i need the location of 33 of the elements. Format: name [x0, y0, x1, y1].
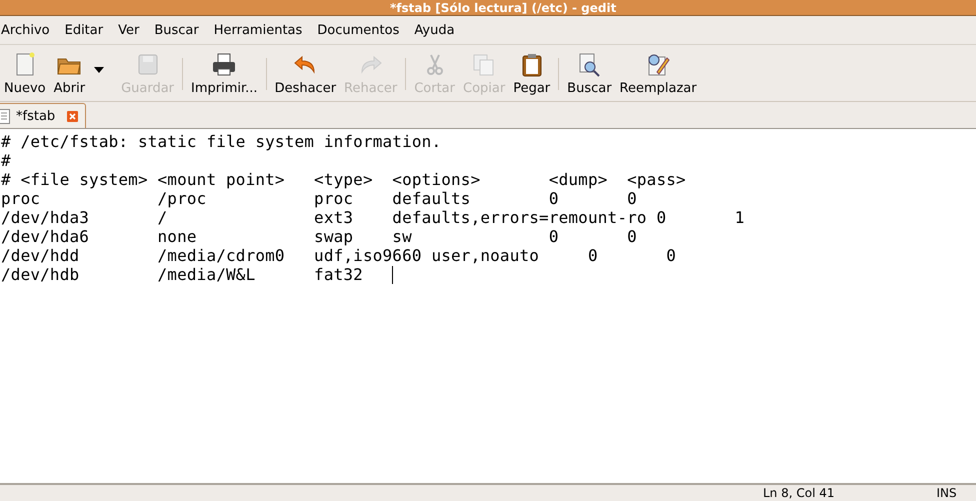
menu-item[interactable]: Herramientas	[214, 22, 302, 38]
document-tab[interactable]: *fstab	[0, 103, 86, 128]
document-icon	[0, 108, 10, 124]
toolbar-button[interactable]: Nuevo	[0, 52, 50, 96]
tab-label[interactable]: *fstab	[16, 108, 56, 124]
toolbar-button[interactable]: Pegar	[509, 52, 554, 96]
code-line: /dev/hdb /media/W&L fat32	[1, 265, 364, 284]
code-line: /dev/hda3 / ext3 defaults,errors=remount-ro 0 1	[1, 208, 744, 227]
code-line: proc /proc proc defaults 0 0	[1, 189, 637, 208]
toolbar-button[interactable]: Imprimir...	[187, 52, 262, 96]
toolbar-button[interactable]: Reemplazar	[616, 52, 701, 96]
code-line: #	[1, 151, 11, 170]
window-title: *fstab [Sólo lectura] (/etc) - gedit	[390, 0, 616, 14]
menu-item[interactable]: Editar	[64, 22, 104, 38]
insert-mode: INS	[936, 486, 957, 500]
toolbar-button[interactable]: Deshacer	[270, 52, 340, 96]
toolbar-button[interactable]: Abrir	[50, 52, 90, 96]
menu-item[interactable]: Buscar	[154, 22, 199, 38]
code-line: # <file system> <mount point> <type> <options> <dump> <pass>	[1, 170, 686, 189]
close-icon[interactable]	[67, 110, 78, 122]
menu-item[interactable]: Ver	[118, 22, 140, 38]
cursor-position: Ln 8, Col 41	[763, 486, 835, 500]
menu-item[interactable]: Archivo	[1, 22, 50, 38]
printer-icon	[211, 52, 238, 78]
code-line: /dev/hda6 none swap sw 0 0	[1, 227, 637, 246]
menu-item[interactable]: Ayuda	[414, 22, 455, 38]
caret-icon	[94, 67, 104, 73]
text-cursor	[392, 266, 394, 284]
menu-item[interactable]: Documentos	[317, 22, 400, 38]
code-line: /dev/hdd /media/cdrom0 udf,iso9660 user,noauto 0 0	[1, 246, 676, 265]
code-line: # /etc/fstab: static file system information.	[1, 132, 442, 151]
text-editor[interactable]	[0, 129, 976, 485]
toolbar-button[interactable]: Buscar	[563, 52, 616, 96]
